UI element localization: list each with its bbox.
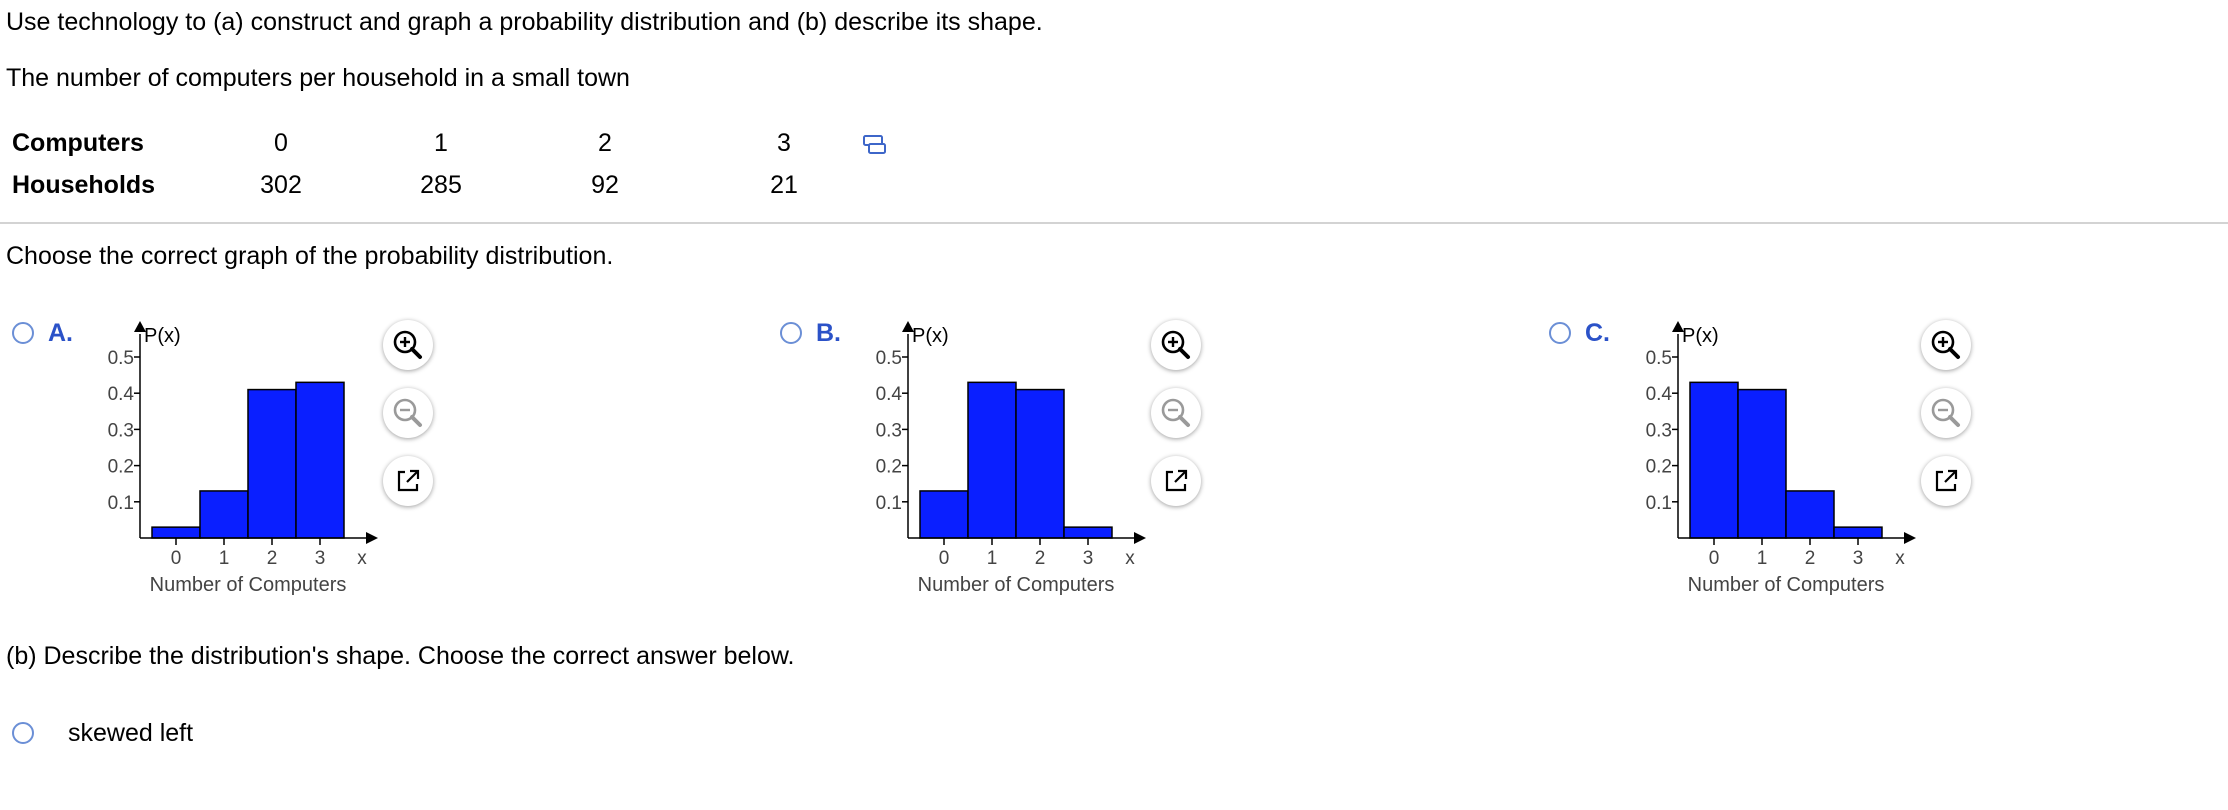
option-c-letter: C. [1585, 319, 1610, 347]
zoom-out-icon [393, 398, 422, 427]
x-tick-label: 1 [987, 548, 998, 569]
question-subtitle: The number of computers per household in… [6, 64, 630, 92]
y-axis-label: P(x) [144, 325, 181, 347]
table-cell: 2 [598, 128, 612, 157]
y-axis-label: P(x) [912, 325, 949, 347]
table-cell: 21 [770, 170, 798, 199]
open-graph-button[interactable] [1151, 456, 1201, 506]
y-tick-label: 0.4 [108, 384, 135, 405]
y-tick-label: 0.5 [108, 348, 134, 369]
y-tick-label: 0.3 [876, 420, 902, 441]
x-tick-label: 3 [1083, 548, 1094, 569]
y-axis-label: P(x) [1682, 325, 1719, 347]
zoom-in-button[interactable] [1921, 320, 1971, 370]
open-graph-button[interactable] [1921, 456, 1971, 506]
option-a-letter: A. [48, 319, 73, 347]
zoom-in-button[interactable] [383, 320, 433, 370]
table-cell: 0 [274, 128, 288, 157]
zoom-out-icon [1931, 398, 1960, 427]
option-b-radio[interactable] [780, 322, 802, 344]
y-tick-label: 0.1 [1646, 493, 1672, 514]
y-tick-label: 0.4 [1646, 384, 1673, 405]
x-tick-label: 3 [315, 548, 326, 569]
y-tick-label: 0.1 [108, 493, 134, 514]
x-axis-arrow [1904, 532, 1916, 544]
x-axis-variable-label: x [357, 548, 367, 569]
open-external-icon [1165, 469, 1188, 492]
zoom-out-button[interactable] [1921, 388, 1971, 438]
zoom-out-button[interactable] [383, 388, 433, 438]
x-axis-label: Number of Computers [1688, 574, 1885, 596]
open-external-icon [397, 469, 420, 492]
x-tick-label: 1 [219, 548, 230, 569]
table-row-label: Computers [12, 128, 144, 157]
option-a-radio[interactable] [12, 322, 34, 344]
table-row: Households 302 285 92 21 [0, 164, 916, 206]
option-c-chart: P(x) 0.1 0.2 0.3 0.4 0.5 0 1 2 3 x Number of Comput… [1646, 321, 1916, 596]
open-external-icon [1935, 469, 1958, 492]
y-tick-label: 0.3 [1646, 420, 1672, 441]
x-tick-label: 2 [1035, 548, 1046, 569]
y-tick-label: 0.3 [108, 420, 134, 441]
x-axis-variable-label: x [1895, 548, 1905, 569]
x-axis-arrow [1134, 532, 1146, 544]
bar [1833, 526, 1883, 539]
part-b-prompt: (b) Describe the distribution's shape. C… [6, 642, 795, 670]
bar [1785, 490, 1835, 539]
x-axis-label: Number of Computers [150, 574, 347, 596]
x-tick-label: 1 [1757, 548, 1768, 569]
y-tick-label: 0.2 [108, 457, 134, 478]
zoom-out-icon [1161, 398, 1190, 427]
y-tick-label: 0.5 [876, 348, 902, 369]
zoom-in-icon [1931, 330, 1960, 359]
option-b-letter: B. [816, 319, 841, 347]
x-axis-variable-label: x [1125, 548, 1135, 569]
bar [1063, 526, 1113, 539]
bar [1689, 381, 1739, 539]
copy-icon[interactable] [862, 134, 888, 158]
table-row: Computers 0 1 2 3 [0, 122, 916, 164]
bar [1737, 388, 1787, 539]
zoom-in-icon [1161, 330, 1190, 359]
y-tick-label: 0.5 [1646, 348, 1672, 369]
table-cell: 92 [591, 170, 619, 199]
bar [919, 490, 969, 539]
x-tick-label: 3 [1853, 548, 1864, 569]
y-tick-label: 0.1 [876, 493, 902, 514]
table-row-label: Households [12, 170, 156, 199]
table-cell: 285 [420, 170, 462, 199]
bar [295, 381, 345, 539]
x-tick-label: 0 [1709, 548, 1720, 569]
y-tick-label: 0.2 [876, 457, 902, 478]
bar [199, 490, 249, 539]
answer-radio[interactable] [12, 722, 34, 744]
answer-label[interactable]: skewed left [68, 719, 193, 748]
table-cell: 302 [260, 170, 302, 199]
bar [1015, 388, 1065, 539]
x-axis-arrow [366, 532, 378, 544]
table-cell: 1 [434, 128, 448, 157]
bar [151, 526, 201, 539]
option-b-chart: P(x) 0.1 0.2 0.3 0.4 0.5 0 1 2 3 x Number of Comput… [876, 321, 1146, 596]
x-tick-label: 2 [1805, 548, 1816, 569]
y-tick-label: 0.2 [1646, 457, 1672, 478]
zoom-in-button[interactable] [1151, 320, 1201, 370]
y-tick-label: 0.4 [876, 384, 903, 405]
open-graph-button[interactable] [383, 456, 433, 506]
option-c-radio[interactable] [1549, 322, 1571, 344]
question-intro: Use technology to (a) construct and grap… [6, 8, 1043, 36]
bar [967, 381, 1017, 539]
option-a-chart: P(x) 0.1 0.2 0.3 0.4 0.5 0 1 2 3 x Number of Comput… [108, 321, 378, 596]
x-tick-label: 0 [939, 548, 950, 569]
x-axis-label: Number of Computers [918, 574, 1115, 596]
part-a-prompt: Choose the correct graph of the probabil… [6, 242, 614, 270]
x-tick-label: 2 [267, 548, 278, 569]
zoom-out-button[interactable] [1151, 388, 1201, 438]
zoom-in-icon [393, 330, 422, 359]
bar [247, 388, 297, 539]
x-tick-label: 0 [171, 548, 182, 569]
frequency-table: Computers 0 1 2 3 Households 302 285 92 … [0, 122, 916, 206]
section-divider [0, 222, 2228, 224]
